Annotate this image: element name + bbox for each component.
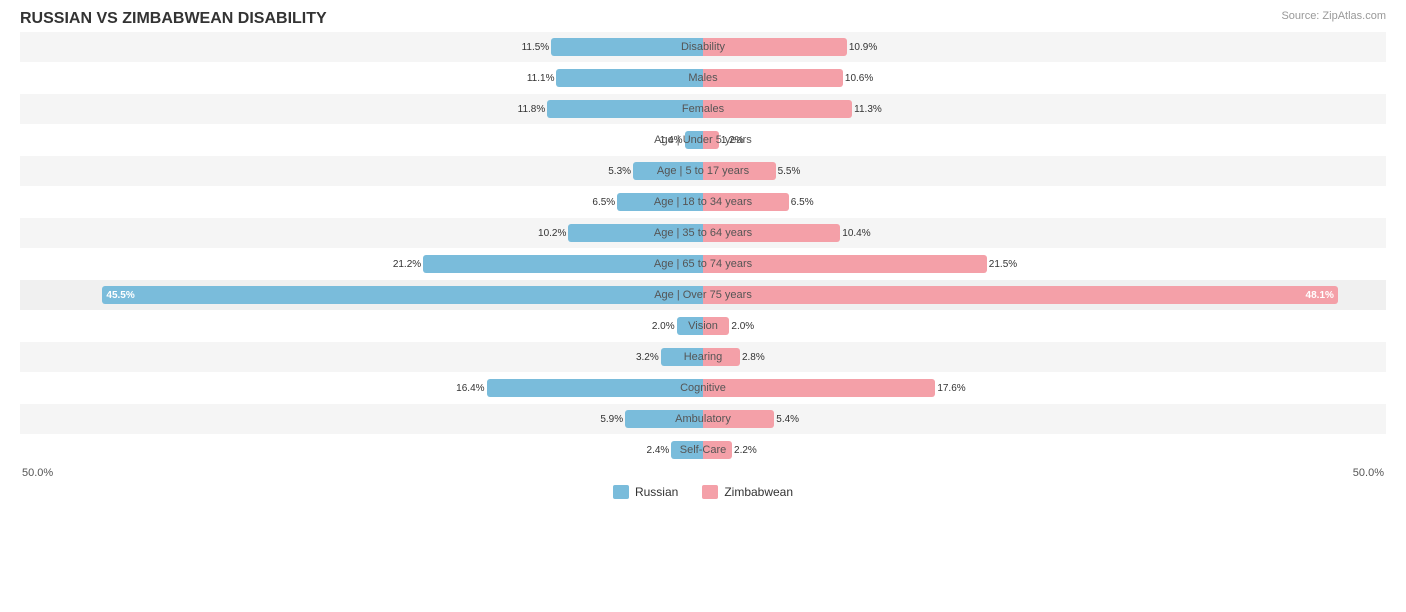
bar-value-right: 10.9% (849, 42, 877, 53)
bar-row: 11.8%11.3%Females (20, 94, 1386, 124)
legend-russian: Russian (613, 485, 678, 499)
bar-left (556, 69, 703, 87)
chart-title: RUSSIAN VS ZIMBABWEAN DISABILITY (20, 10, 1386, 28)
bar-value-right: 2.2% (734, 445, 757, 456)
bar-left (423, 255, 703, 273)
bar-value-left: 3.2% (636, 352, 659, 363)
source-text: Source: ZipAtlas.com (1281, 10, 1386, 22)
axis-labels: 50.0% 50.0% (20, 467, 1386, 479)
bar-right (703, 38, 847, 56)
bar-value-left: 11.8% (518, 104, 546, 115)
bar-right (703, 348, 740, 366)
bar-left (661, 348, 703, 366)
bar-value-right: 6.5% (791, 197, 814, 208)
bar-right (703, 441, 732, 459)
bar-value-left: 5.3% (608, 166, 631, 177)
bar-left (677, 317, 703, 335)
bar-value-left: 6.5% (592, 197, 615, 208)
bar-value-left: 45.5% (106, 290, 134, 301)
bar-row: 11.5%10.9%Disability (20, 32, 1386, 62)
bar-row: 11.1%10.6%Males (20, 63, 1386, 93)
bar-value-right: 10.6% (845, 73, 873, 84)
bar-row: 3.2%2.8%Hearing (20, 342, 1386, 372)
axis-right: 50.0% (1353, 467, 1384, 479)
legend-zimbabwean-label: Zimbabwean (724, 485, 793, 499)
bar-right (703, 69, 843, 87)
bar-left: 45.5% (102, 286, 703, 304)
chart-container: RUSSIAN VS ZIMBABWEAN DISABILITY Source:… (0, 0, 1406, 612)
bar-row: 6.5%6.5%Age | 18 to 34 years (20, 187, 1386, 217)
bar-value-left: 2.0% (652, 321, 675, 332)
bar-right (703, 224, 840, 242)
bar-value-left: 2.4% (647, 445, 670, 456)
bar-left (671, 441, 703, 459)
bar-value-right: 17.6% (937, 383, 965, 394)
legend-russian-label: Russian (635, 485, 678, 499)
bar-row: 10.2%10.4%Age | 35 to 64 years (20, 218, 1386, 248)
axis-left: 50.0% (22, 467, 53, 479)
bar-right (703, 317, 729, 335)
bar-left (617, 193, 703, 211)
legend-zimbabwean: Zimbabwean (702, 485, 793, 499)
bar-left (685, 131, 703, 149)
bar-row: 5.3%5.5%Age | 5 to 17 years (20, 156, 1386, 186)
chart-area: 11.5%10.9%Disability11.1%10.6%Males11.8%… (20, 32, 1386, 465)
bar-left (633, 162, 703, 180)
bar-row: 1.4%1.2%Age | Under 5 years (20, 125, 1386, 155)
bar-value-left: 11.5% (522, 42, 550, 53)
bar-right: 48.1% (703, 286, 1338, 304)
bar-row: 2.4%2.2%Self-Care (20, 435, 1386, 465)
bar-right (703, 193, 789, 211)
legend: Russian Zimbabwean (20, 485, 1386, 499)
bar-right (703, 255, 987, 273)
bar-row: 5.9%5.4%Ambulatory (20, 404, 1386, 434)
bar-value-right: 11.3% (854, 104, 882, 115)
bar-value-left: 16.4% (456, 383, 484, 394)
bar-value-right: 48.1% (1306, 290, 1334, 301)
bar-right (703, 410, 774, 428)
bar-right (703, 162, 776, 180)
bar-value-right: 10.4% (842, 228, 870, 239)
bar-value-right: 2.0% (731, 321, 754, 332)
bar-value-left: 11.1% (527, 73, 555, 84)
bar-left (547, 100, 703, 118)
bar-left (487, 379, 703, 397)
bar-value-left: 1.4% (660, 135, 683, 146)
bar-value-left: 5.9% (600, 414, 623, 425)
bar-right (703, 131, 719, 149)
bar-value-left: 21.2% (393, 259, 421, 270)
bar-right (703, 379, 935, 397)
bar-value-right: 5.4% (776, 414, 799, 425)
bar-right (703, 100, 852, 118)
bar-row: 2.0%2.0%Vision (20, 311, 1386, 341)
bar-value-right: 2.8% (742, 352, 765, 363)
bar-row: 21.2%21.5%Age | 65 to 74 years (20, 249, 1386, 279)
bar-left (625, 410, 703, 428)
bar-value-right: 21.5% (989, 259, 1017, 270)
bar-value-right: 5.5% (778, 166, 801, 177)
bar-value-right: 1.2% (721, 135, 744, 146)
bar-row: 45.5%48.1%Age | Over 75 years (20, 280, 1386, 310)
legend-russian-box (613, 485, 629, 499)
legend-zimbabwean-box (702, 485, 718, 499)
bar-left (568, 224, 703, 242)
bar-value-left: 10.2% (538, 228, 566, 239)
bar-left (551, 38, 703, 56)
bar-row: 16.4%17.6%Cognitive (20, 373, 1386, 403)
